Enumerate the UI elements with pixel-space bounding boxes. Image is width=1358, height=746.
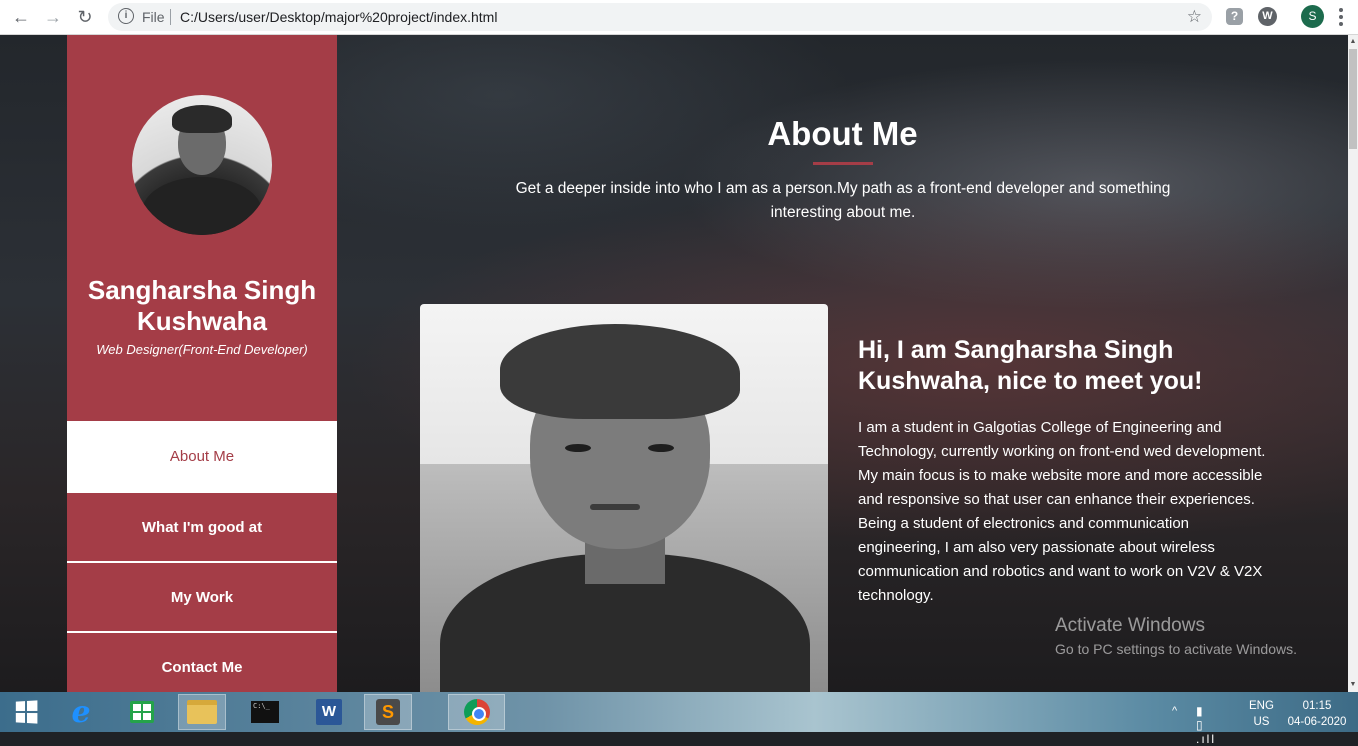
taskbar-cmd[interactable]: C:\_	[241, 694, 289, 730]
intro-heading: Hi, I am Sangharsha Singh Kushwaha, nice…	[858, 336, 1203, 395]
taskbar-ie[interactable]: e	[57, 694, 105, 730]
windows-taskbar: e C:\_ W S ^ ▮ ▯ .ıll ENG US 01:15 04-06…	[0, 692, 1358, 746]
extension-w-icon[interactable]: W	[1258, 7, 1277, 26]
intro-paragraph: I am a student in Galgotias College of E…	[858, 419, 1266, 508]
page-scrollbar[interactable]: ▲ ▼	[1348, 35, 1358, 692]
chrome-icon	[463, 699, 490, 725]
taskbar-file-explorer[interactable]	[178, 694, 226, 730]
scrollbar-thumb[interactable]	[1349, 49, 1357, 149]
sidebar-role: Web Designer(Front-End Developer)	[96, 342, 308, 357]
reload-icon[interactable]: ↻	[74, 6, 96, 28]
command-prompt-icon: C:\_	[251, 701, 279, 723]
browser-toolbar: ← → ↻ i File C:/Users/user/Desktop/major…	[0, 0, 1358, 35]
scroll-down-icon[interactable]: ▼	[1349, 680, 1357, 690]
info-icon[interactable]: i	[118, 8, 134, 24]
clock-date: 04-06-2020	[1287, 716, 1347, 728]
folder-icon	[187, 700, 217, 724]
sublime-text-icon: S	[376, 699, 400, 725]
store-icon	[130, 701, 154, 723]
bookmark-star-icon[interactable]: ☆	[1187, 7, 1202, 27]
windows-logo-icon	[15, 700, 38, 724]
address-separator	[170, 9, 171, 25]
sidebar-nav: About Me What I'm good at My Work Contac…	[67, 421, 337, 692]
sidebar: Sangharsha Singh Kushwaha Web Designer(F…	[67, 35, 337, 692]
watermark-subtitle: Go to PC settings to activate Windows.	[1055, 641, 1297, 657]
address-bar[interactable]: i File C:/Users/user/Desktop/major%20pro…	[108, 3, 1212, 31]
page-viewport: Sangharsha Singh Kushwaha Web Designer(F…	[0, 35, 1348, 692]
back-icon[interactable]: ←	[10, 6, 32, 28]
sidebar-name: Sangharsha Singh Kushwaha	[87, 275, 317, 336]
word-icon: W	[316, 699, 342, 725]
clock-time: 01:15	[1302, 700, 1332, 712]
browser-menu-icon[interactable]	[1336, 5, 1346, 29]
url-text[interactable]: C:/Users/user/Desktop/major%20project/in…	[180, 9, 497, 25]
portrait-photo	[420, 304, 828, 692]
start-button[interactable]	[2, 694, 50, 730]
watermark-title: Activate Windows	[1055, 615, 1205, 636]
intro-body: I am a student in Galgotias College of E…	[858, 416, 1268, 608]
sidebar-item-about-me[interactable]: About Me	[67, 421, 337, 493]
scroll-up-icon[interactable]: ▲	[1349, 37, 1357, 47]
activate-windows-watermark: Activate Windows Go to PC settings to ac…	[1055, 615, 1297, 657]
section-title: About Me	[767, 115, 918, 152]
sidebar-item-contact-me[interactable]: Contact Me	[67, 633, 337, 692]
taskbar-sublime[interactable]: S	[364, 694, 412, 730]
tray-status-icons[interactable]: ▮ ▯ .ıll	[1196, 704, 1216, 746]
sidebar-item-my-work[interactable]: My Work	[67, 563, 337, 633]
sidebar-item-skills[interactable]: What I'm good at	[67, 493, 337, 563]
language-indicator[interactable]: ENG US	[1249, 698, 1274, 730]
region-label: US	[1253, 716, 1270, 728]
scheme-label: File	[142, 9, 165, 25]
section-subtitle: Get a deeper inside into who I am as a p…	[515, 180, 1171, 221]
clock[interactable]: 01:15 04-06-2020	[1285, 698, 1349, 730]
forward-icon[interactable]: →	[42, 6, 64, 28]
internet-explorer-icon: e	[71, 694, 91, 730]
profile-photo	[132, 95, 272, 235]
taskbar-store[interactable]	[118, 694, 166, 730]
title-underline	[813, 162, 873, 165]
show-hidden-icons-icon[interactable]: ^	[1172, 705, 1177, 717]
taskbar-word[interactable]: W	[305, 694, 353, 730]
language-label: ENG	[1249, 700, 1274, 712]
taskbar-chrome[interactable]	[448, 694, 505, 730]
profile-avatar[interactable]: S	[1301, 5, 1324, 28]
intro-paragraph: Being a student of electronics and commu…	[858, 515, 1263, 604]
extension-help-icon[interactable]: ?	[1226, 8, 1243, 25]
